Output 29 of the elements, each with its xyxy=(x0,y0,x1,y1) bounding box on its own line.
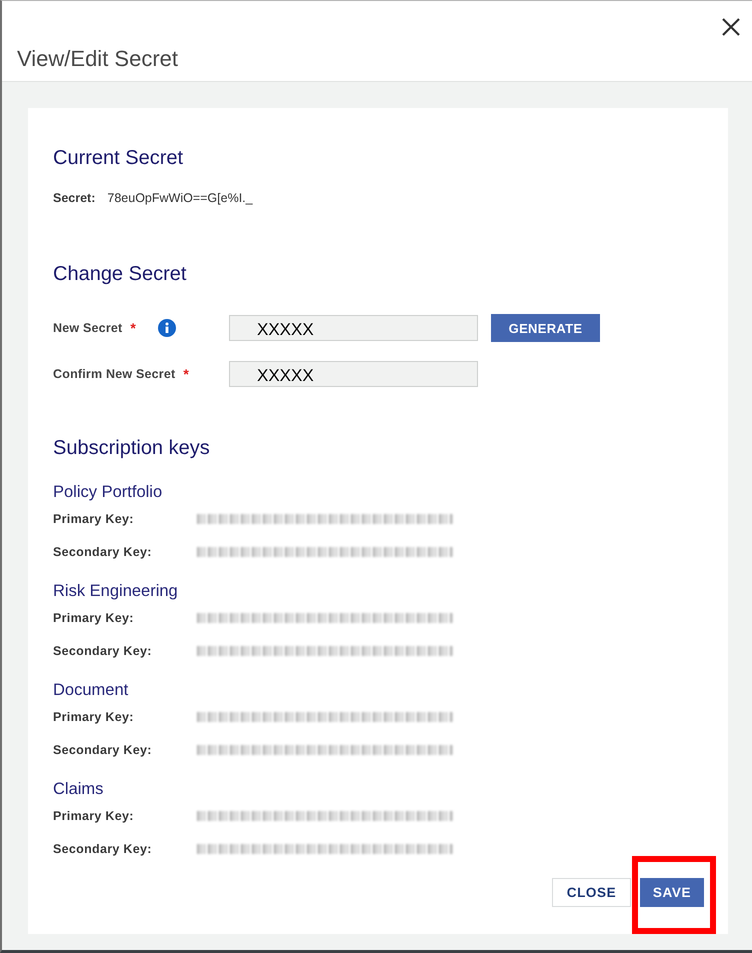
key-label: Primary Key: xyxy=(53,611,135,625)
section-heading: Current Secret xyxy=(53,146,184,170)
product-name: Risk Engineering xyxy=(53,581,178,601)
secret-label: Secret: xyxy=(53,191,96,205)
key-label: Primary Key: xyxy=(53,512,135,526)
product-name: Policy Portfolio xyxy=(53,482,162,502)
product-name: Claims xyxy=(53,779,104,799)
save-button[interactable]: SAVE xyxy=(640,878,704,907)
secret-input-field[interactable]: XXXXX xyxy=(229,315,478,341)
key-label: Primary Key: xyxy=(53,710,135,724)
field-label: Confirm New Secret xyxy=(53,367,176,381)
key-label: Secondary Key: xyxy=(53,644,153,658)
product-name: Document xyxy=(53,680,128,700)
field-label: New Secret xyxy=(53,321,122,335)
required-mark: * xyxy=(183,367,189,381)
section-heading: Change Secret xyxy=(53,262,186,286)
info-icon[interactable] xyxy=(158,319,176,337)
required-mark: * xyxy=(130,321,136,335)
key-label: Primary Key: xyxy=(53,809,135,823)
dialog-title: View/Edit Secret xyxy=(17,45,178,73)
key-label: Secondary Key: xyxy=(53,545,153,559)
close-button[interactable]: CLOSE xyxy=(552,878,631,907)
generate-button[interactable]: GENERATE xyxy=(491,314,600,342)
secret-value: 78euOpFwWiO==G[e%I._ xyxy=(107,191,253,205)
key-label: Secondary Key: xyxy=(53,842,153,856)
close-icon[interactable] xyxy=(722,18,740,36)
secret-input-field[interactable]: XXXXX xyxy=(229,361,478,387)
key-label: Secondary Key: xyxy=(53,743,153,757)
section-heading: Subscription keys xyxy=(53,436,210,460)
